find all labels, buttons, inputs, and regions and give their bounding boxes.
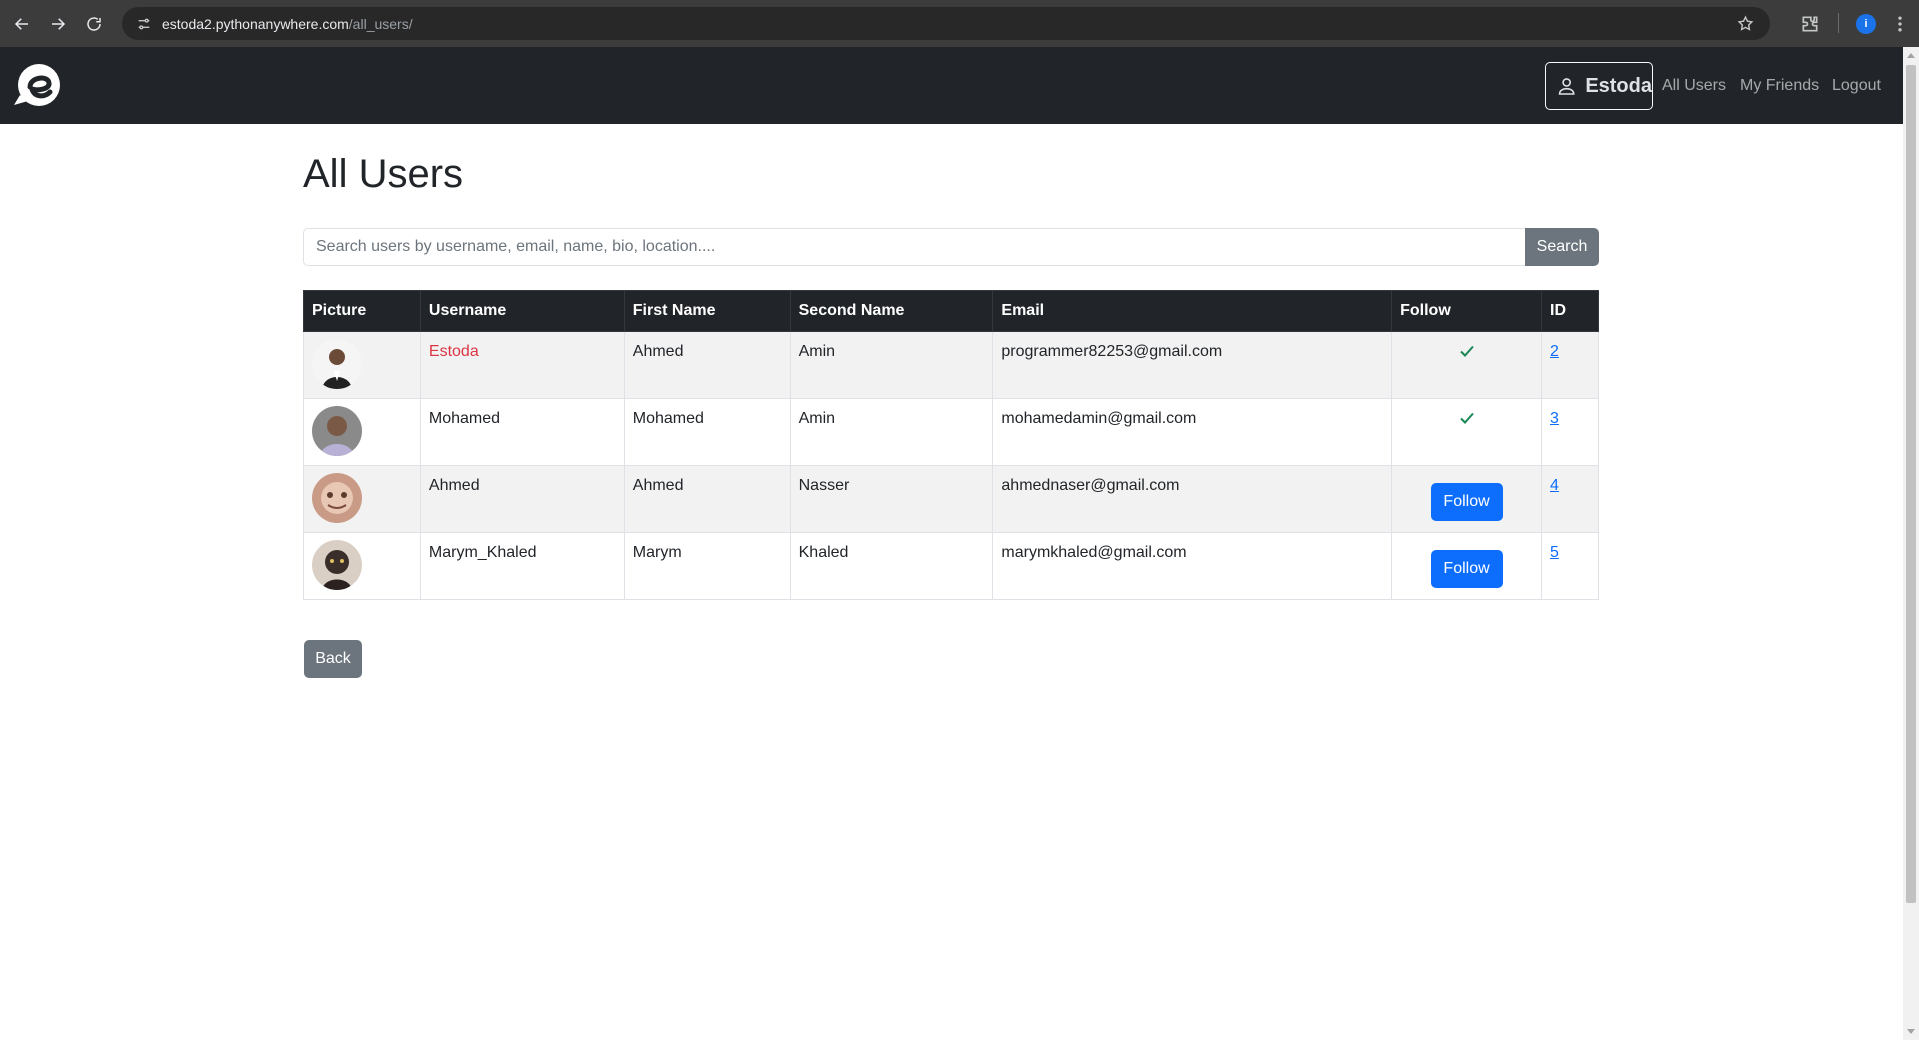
user-photo-icon <box>312 339 362 389</box>
url-host: estoda2.pythonanywhere.com <box>162 15 349 32</box>
user-id-link[interactable]: 4 <box>1550 477 1559 494</box>
username-cell: Estoda <box>419 331 625 399</box>
profile-avatar[interactable]: i <box>1856 0 1876 47</box>
search-input[interactable] <box>303 228 1525 266</box>
id-cell: 2 <box>1541 331 1599 399</box>
browser-menu-icon[interactable] <box>1890 0 1910 47</box>
email-cell: mohamedamin@gmail.com <box>992 398 1393 466</box>
table-row: Marym_Khaled Marym Khaled marymkhaled@gm… <box>303 532 1599 600</box>
column-header-picture: Picture <box>303 290 421 332</box>
follow-button[interactable]: Follow <box>1430 550 1503 588</box>
current-user-button[interactable]: Estoda <box>1545 62 1653 110</box>
second-name-cell: Khaled <box>789 532 994 600</box>
second-name-cell: Amin <box>789 331 994 399</box>
browser-toolbar: estoda2.pythonanywhere.com/all_users/ i <box>0 0 1919 47</box>
column-header-first-name: First Name <box>623 290 791 332</box>
profile-initial: i <box>1856 13 1876 34</box>
page-title: All Users <box>303 152 464 196</box>
scroll-thumb[interactable] <box>1906 65 1916 903</box>
first-name-cell: Ahmed <box>623 465 791 533</box>
forward-arrow-icon[interactable] <box>40 6 76 42</box>
user-id-link[interactable]: 5 <box>1550 544 1559 561</box>
email-cell: programmer82253@gmail.com <box>992 331 1393 399</box>
second-name-cell: Nasser <box>789 465 994 533</box>
id-cell: 4 <box>1541 465 1599 533</box>
address-bar[interactable]: estoda2.pythonanywhere.com/all_users/ <box>122 7 1770 40</box>
username-cell: Marym_Khaled <box>419 532 625 600</box>
avatar <box>312 540 362 590</box>
nav-link-all-users[interactable]: All Users <box>1662 77 1726 95</box>
following-check-icon <box>1459 345 1474 357</box>
search-button[interactable]: Search <box>1525 228 1599 266</box>
following-check-icon <box>1459 412 1474 424</box>
users-table: Picture Username First Name Second Name … <box>303 290 1599 600</box>
picture-cell <box>303 532 421 600</box>
app-navbar: Estoda All Users My Friends Logout <box>0 47 1903 124</box>
username-text: Marym_Khaled <box>428 544 537 561</box>
username-cell: Mohamed <box>419 398 625 466</box>
column-header-username: Username <box>419 290 625 332</box>
user-id-link[interactable]: 2 <box>1550 343 1559 360</box>
nav-link-logout[interactable]: Logout <box>1832 77 1881 95</box>
follow-button[interactable]: Follow <box>1430 483 1503 521</box>
picture-cell <box>303 465 421 533</box>
user-photo-icon <box>312 473 362 523</box>
id-cell: 5 <box>1541 532 1599 600</box>
email-cell: marymkhaled@gmail.com <box>992 532 1393 600</box>
search-form: Search <box>303 228 1599 266</box>
user-photo-icon <box>312 406 362 456</box>
first-name-cell: Mohamed <box>623 398 791 466</box>
table-header-row: Picture Username First Name Second Name … <box>303 290 1599 332</box>
follow-cell <box>1391 398 1542 466</box>
first-name-cell: Ahmed <box>623 331 791 399</box>
table-row: Estoda Ahmed Amin programmer82253@gmail.… <box>303 331 1599 399</box>
table-row: Ahmed Ahmed Nasser ahmednaser@gmail.com … <box>303 465 1599 533</box>
column-header-email: Email <box>992 290 1393 332</box>
back-button[interactable]: Back <box>304 640 362 678</box>
nav-link-my-friends[interactable]: My Friends <box>1740 77 1819 95</box>
email-cell: ahmednaser@gmail.com <box>992 465 1393 533</box>
username-cell: Ahmed <box>419 465 625 533</box>
column-header-follow: Follow <box>1391 290 1542 332</box>
follow-cell <box>1391 331 1542 399</box>
current-user-label: Estoda <box>1585 74 1652 97</box>
username-text: Estoda <box>428 343 479 360</box>
first-name-cell: Marym <box>623 532 791 600</box>
page-scrollbar[interactable] <box>1903 47 1919 1040</box>
scroll-up-icon[interactable] <box>1907 53 1915 58</box>
extensions-icon[interactable] <box>1800 0 1824 47</box>
user-id-link[interactable]: 3 <box>1550 410 1559 427</box>
site-logo-icon[interactable] <box>12 61 62 109</box>
toolbar-divider <box>1838 13 1839 33</box>
id-cell: 3 <box>1541 398 1599 466</box>
follow-cell: Follow <box>1391 532 1542 600</box>
picture-cell <box>303 331 421 399</box>
bookmark-star-icon[interactable] <box>1737 15 1754 32</box>
avatar <box>312 339 362 389</box>
column-header-second-name: Second Name <box>789 290 994 332</box>
avatar <box>312 473 362 523</box>
username-text: Mohamed <box>428 410 501 427</box>
reload-icon[interactable] <box>76 6 112 42</box>
table-row: Mohamed Mohamed Amin mohamedamin@gmail.c… <box>303 398 1599 466</box>
user-icon <box>1558 78 1575 95</box>
scroll-down-icon[interactable] <box>1907 1029 1915 1034</box>
avatar <box>312 406 362 456</box>
picture-cell <box>303 398 421 466</box>
column-header-id: ID <box>1541 290 1599 332</box>
back-arrow-icon[interactable] <box>4 6 40 42</box>
site-settings-icon[interactable] <box>136 16 152 32</box>
username-text: Ahmed <box>428 477 480 494</box>
url-path: /all_users/ <box>348 15 413 32</box>
user-photo-icon <box>312 540 362 590</box>
follow-cell: Follow <box>1391 465 1542 533</box>
second-name-cell: Amin <box>789 398 994 466</box>
